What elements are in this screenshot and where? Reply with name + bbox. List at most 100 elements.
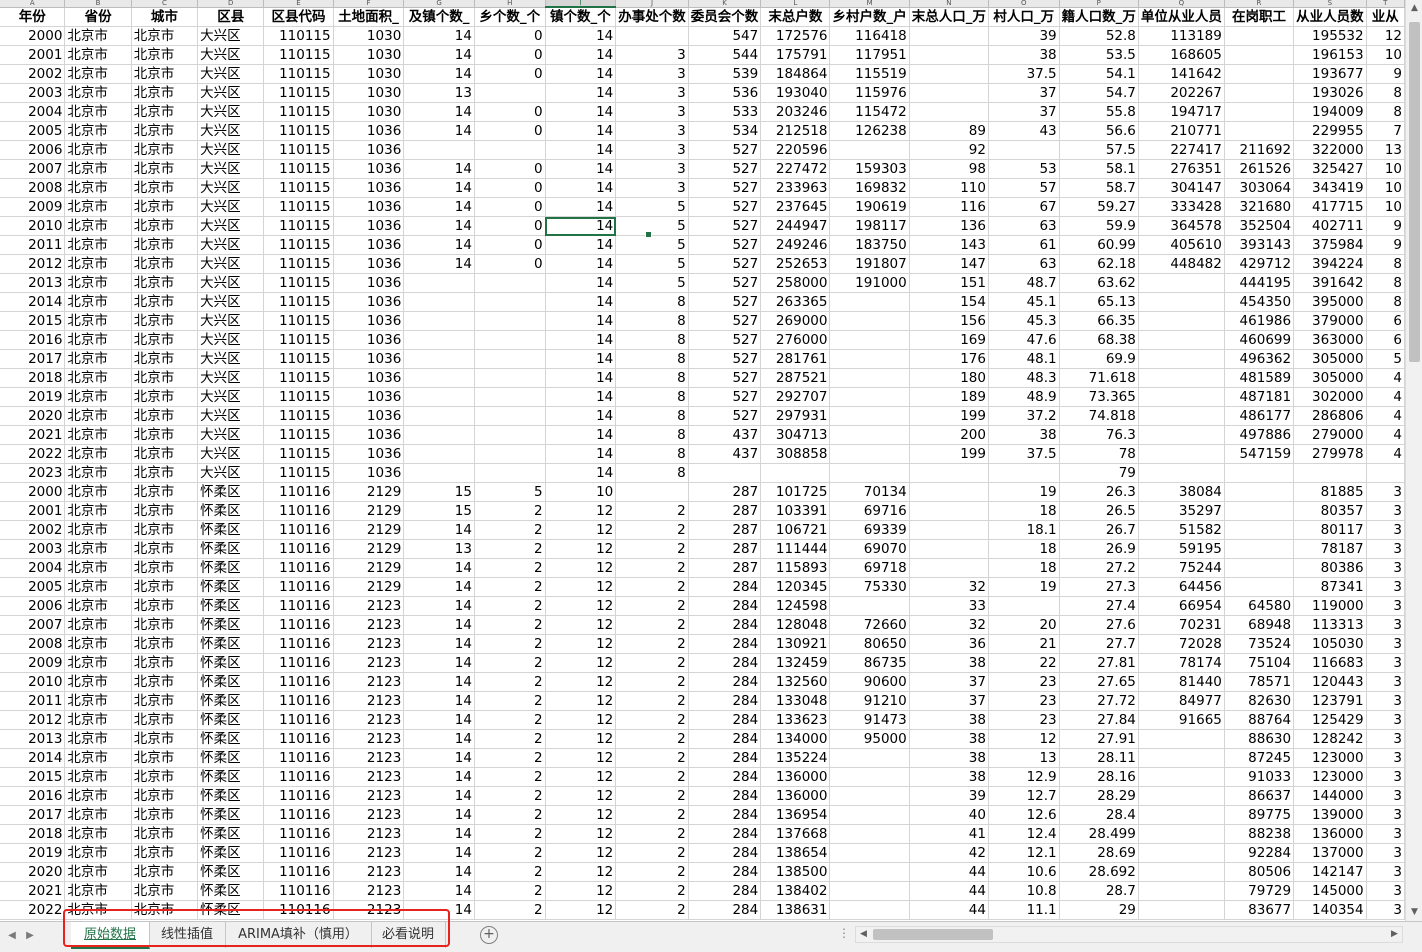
table-cell[interactable]: 133623 [760, 710, 831, 730]
column-header[interactable]: 籍人口数_万 [1059, 7, 1139, 27]
table-cell[interactable]: 10 [1366, 45, 1405, 65]
table-cell[interactable]: 14 [545, 406, 617, 426]
table-cell[interactable]: 284 [688, 729, 762, 749]
data-table[interactable]: A B C D E F G H I J K L M N O P Q R S T 年份 省份 城市 区县 区县代码 土地面积_ 及镇个… [0, 0, 1405, 920]
table-cell[interactable]: 12.1 [988, 843, 1060, 863]
table-cell[interactable]: 2 [615, 824, 689, 844]
table-cell[interactable]: 91033 [1224, 767, 1295, 787]
table-cell[interactable] [1224, 64, 1295, 84]
table-cell[interactable]: 80386 [1293, 558, 1367, 578]
table-cell[interactable]: 193040 [760, 83, 831, 103]
table-cell[interactable]: 63 [988, 254, 1060, 274]
table-cell[interactable]: 284 [688, 596, 762, 616]
table-cell[interactable]: 527 [688, 406, 762, 426]
table-cell[interactable]: 325427 [1293, 159, 1367, 179]
table-cell[interactable]: 北京市 [131, 824, 199, 844]
spreadsheet-grid[interactable]: A B C D E F G H I J K L M N O P Q R S T 年份 省份 城市 区县 区县代码 土地面积_ 及镇个… [0, 0, 1405, 920]
table-cell[interactable]: 302000 [1293, 387, 1367, 407]
table-cell[interactable]: 大兴区 [197, 121, 265, 141]
table-cell[interactable]: 北京市 [64, 254, 132, 274]
table-cell[interactable]: 110116 [263, 653, 334, 673]
table-cell[interactable] [403, 368, 475, 388]
table-cell[interactable]: 3 [1366, 596, 1405, 616]
table-cell[interactable]: 1036 [333, 349, 405, 369]
table-cell[interactable]: 2 [474, 824, 546, 844]
table-cell[interactable]: 北京市 [64, 634, 132, 654]
table-cell[interactable]: 北京市 [131, 615, 199, 635]
table-cell[interactable] [403, 387, 475, 407]
table-cell[interactable] [1138, 843, 1225, 863]
table-cell[interactable] [1224, 83, 1295, 103]
table-cell[interactable]: 88630 [1224, 729, 1295, 749]
table-cell[interactable]: 20 [988, 615, 1060, 635]
table-cell[interactable]: 37.5 [988, 64, 1060, 84]
table-cell[interactable]: 233963 [760, 178, 831, 198]
table-cell[interactable]: 4 [1366, 444, 1405, 464]
table-cell[interactable]: 110115 [263, 26, 334, 46]
table-cell[interactable]: 2 [615, 805, 689, 825]
table-cell[interactable]: 78174 [1138, 653, 1225, 673]
table-cell[interactable]: 北京市 [131, 45, 199, 65]
table-cell[interactable]: 北京市 [131, 64, 199, 84]
table-cell[interactable]: 115472 [829, 102, 910, 122]
table-cell[interactable]: 284 [688, 691, 762, 711]
table-cell[interactable]: 394224 [1293, 254, 1367, 274]
table-cell[interactable]: 怀柔区 [197, 767, 265, 787]
table-cell[interactable]: 北京市 [131, 368, 199, 388]
table-cell[interactable]: 3 [1366, 691, 1405, 711]
table-cell[interactable]: 12 [545, 843, 617, 863]
table-cell[interactable]: 2008 [0, 634, 66, 654]
table-cell[interactable]: 2 [615, 862, 689, 882]
table-cell[interactable]: 12 [545, 881, 617, 901]
table-cell[interactable]: 怀柔区 [197, 786, 265, 806]
table-cell[interactable]: 北京市 [64, 235, 132, 255]
table-cell[interactable]: 95000 [829, 729, 910, 749]
table-cell[interactable]: 33 [909, 596, 989, 616]
table-cell[interactable]: 2 [474, 862, 546, 882]
table-cell[interactable]: 12 [545, 520, 617, 540]
table-cell[interactable]: 3 [1366, 577, 1405, 597]
table-cell[interactable]: 110116 [263, 520, 334, 540]
table-cell[interactable]: 北京市 [131, 501, 199, 521]
table-cell[interactable] [829, 425, 910, 445]
table-cell[interactable]: 184864 [760, 64, 831, 84]
table-cell[interactable]: 80117 [1293, 520, 1367, 540]
table-cell[interactable] [1138, 862, 1225, 882]
table-cell[interactable]: 2016 [0, 330, 66, 350]
table-cell[interactable]: 4 [1366, 425, 1405, 445]
table-cell[interactable]: 12 [545, 767, 617, 787]
table-cell[interactable]: 284 [688, 672, 762, 692]
table-cell[interactable]: 2129 [333, 501, 405, 521]
column-header[interactable]: 办事处个数 [615, 7, 689, 27]
table-cell[interactable]: 481589 [1224, 368, 1295, 388]
table-cell[interactable]: 怀柔区 [197, 520, 265, 540]
table-cell[interactable]: 2 [474, 653, 546, 673]
table-cell[interactable]: 12 [545, 501, 617, 521]
table-cell[interactable] [474, 83, 546, 103]
table-cell[interactable]: 110116 [263, 615, 334, 635]
table-cell[interactable]: 0 [474, 178, 546, 198]
table-cell[interactable]: 110115 [263, 368, 334, 388]
table-cell[interactable]: 14 [545, 26, 617, 46]
table-cell[interactable]: 111444 [760, 539, 831, 559]
table-cell[interactable] [403, 140, 475, 160]
table-cell[interactable]: 138500 [760, 862, 831, 882]
table-cell[interactable]: 88238 [1224, 824, 1295, 844]
table-cell[interactable] [1224, 463, 1295, 483]
table-cell[interactable]: 北京市 [64, 121, 132, 141]
table-cell[interactable] [1224, 577, 1295, 597]
table-cell[interactable]: 57.5 [1059, 140, 1139, 160]
table-cell[interactable] [1224, 558, 1295, 578]
table-cell[interactable]: 北京市 [64, 216, 132, 236]
table-cell[interactable]: 48.3 [988, 368, 1060, 388]
table-cell[interactable]: 北京市 [131, 672, 199, 692]
table-cell[interactable]: 0 [474, 159, 546, 179]
table-cell[interactable]: 14 [545, 463, 617, 483]
table-cell[interactable]: 78 [1059, 444, 1139, 464]
table-cell[interactable]: 2011 [0, 235, 66, 255]
table-cell[interactable]: 北京市 [64, 843, 132, 863]
table-cell[interactable]: 大兴区 [197, 178, 265, 198]
table-cell[interactable]: 417715 [1293, 197, 1367, 217]
table-cell[interactable] [829, 881, 910, 901]
table-cell[interactable] [909, 64, 989, 84]
